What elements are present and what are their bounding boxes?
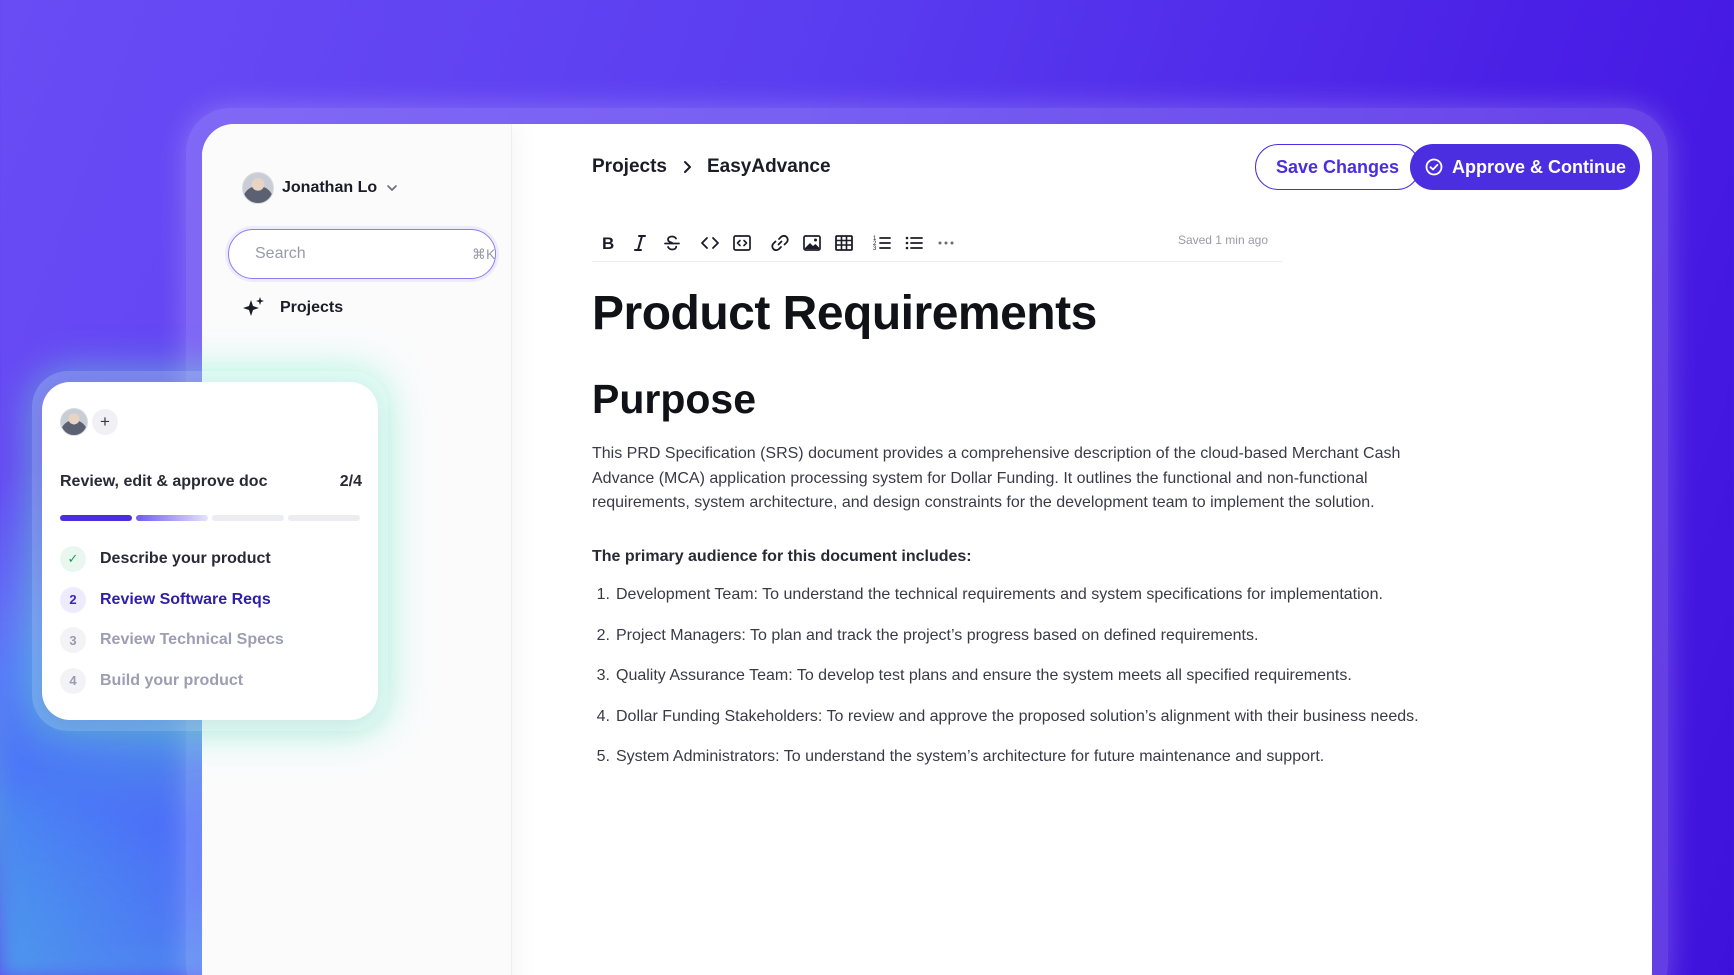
task-progress-count: 2/4: [339, 473, 362, 490]
progress-segment: [288, 515, 360, 521]
more-horizontal-icon: [938, 241, 954, 244]
step-list: ✓ Describe your product 2 Review Softwar…: [60, 539, 284, 701]
image-button[interactable]: [796, 228, 828, 258]
list-text: System Administrators: To understand the…: [616, 748, 1325, 765]
strikethrough-button[interactable]: [656, 228, 688, 258]
list-item[interactable]: 3. Quality Assurance Team: To develop tes…: [592, 667, 1419, 708]
code-icon: [701, 236, 719, 249]
user-menu[interactable]: Jonathan Lo: [242, 172, 399, 204]
list-text: Quality Assurance Team: To develop test …: [616, 667, 1352, 684]
list-number: 5.: [596, 748, 610, 765]
search-box[interactable]: ⌘K: [228, 229, 496, 279]
code-block-button[interactable]: [726, 228, 758, 258]
sidebar-item-label: Projects: [280, 299, 344, 316]
step-build-product[interactable]: 4 Build your product: [60, 661, 284, 702]
bold-button[interactable]: B: [592, 228, 624, 258]
step-review-technical-specs[interactable]: 3 Review Technical Specs: [60, 620, 284, 661]
inline-code-button[interactable]: [694, 228, 726, 258]
ordered-list-icon: 123: [873, 236, 891, 252]
user-name: Jonathan Lo: [282, 179, 378, 196]
bullet-list-icon: [905, 236, 923, 249]
link-icon: [771, 234, 789, 251]
italic-icon: [634, 234, 646, 251]
avatar: [242, 172, 274, 204]
list-number: 2.: [596, 626, 610, 644]
saved-status: Saved 1 min ago: [1177, 233, 1268, 247]
table-icon: [835, 234, 853, 251]
sidebar-item-projects[interactable]: Projects: [242, 296, 343, 320]
table-button[interactable]: [828, 228, 860, 258]
step-label: Build your product: [100, 671, 244, 689]
sparkle-icon: [243, 297, 264, 316]
progress-segment: [60, 515, 132, 521]
list-text: Dollar Funding Stakeholders: To review a…: [616, 707, 1419, 725]
step-number: 2: [60, 586, 86, 613]
step-label: Describe your product: [100, 550, 271, 568]
approve-label: Approve & Continue: [1452, 156, 1626, 177]
strikethrough-icon: [664, 235, 680, 250]
list-number: 4.: [596, 707, 610, 725]
approve-continue-button[interactable]: Approve & Continue: [1410, 144, 1640, 190]
bold-icon: B: [602, 234, 614, 253]
app-window: Jonathan Lo ⌘K Projects Projects EasyAdv…: [202, 124, 1652, 975]
step-number: 3: [60, 627, 86, 654]
list-item[interactable]: 5. System Administrators: To understand t…: [592, 748, 1419, 789]
formatting-toolbar: B 123 Saved 1 min ago: [592, 224, 1282, 262]
code-block-icon: [733, 234, 751, 251]
progress-bar: [60, 515, 360, 521]
add-collaborator-button[interactable]: +: [92, 409, 118, 435]
list-number: 1.: [596, 586, 610, 603]
breadcrumb-root[interactable]: Projects: [592, 156, 667, 178]
save-changes-button[interactable]: Save Changes: [1254, 144, 1420, 190]
ordered-list-button[interactable]: 123: [866, 228, 898, 258]
chevron-right-icon: [683, 161, 691, 173]
list-item[interactable]: 2. Project Managers: To plan and track th…: [592, 627, 1419, 668]
breadcrumb-current: EasyAdvance: [706, 156, 831, 177]
editor-main: Projects EasyAdvance Save Changes Approv…: [592, 124, 1652, 975]
search-shortcut: ⌘K: [472, 245, 496, 262]
document-intro[interactable]: This PRD Specification (SRS) document pr…: [592, 442, 1412, 516]
chevron-down-icon: [387, 185, 397, 191]
check-icon: ✓: [60, 546, 86, 573]
step-describe-product[interactable]: ✓ Describe your product: [60, 539, 284, 580]
list-number: 3.: [596, 667, 610, 684]
document-heading[interactable]: Purpose: [592, 376, 756, 423]
bullet-list-button[interactable]: [898, 228, 930, 258]
step-number: 4: [60, 667, 86, 694]
image-icon: [803, 234, 821, 251]
task-header: Review, edit & approve doc 2/4: [60, 473, 362, 491]
link-button[interactable]: [764, 228, 796, 258]
step-review-software-reqs[interactable]: 2 Review Software Reqs: [60, 580, 284, 621]
audience-heading[interactable]: The primary audience for this document i…: [592, 548, 972, 566]
search-input[interactable]: [255, 245, 462, 263]
task-progress-card: + Review, edit & approve doc 2/4 ✓ Descr…: [42, 382, 378, 720]
task-title: Review, edit & approve doc: [60, 473, 268, 490]
list-text: Project Managers: To plan and track the …: [616, 626, 1259, 644]
progress-segment: [212, 515, 284, 521]
breadcrumb: Projects EasyAdvance: [592, 156, 831, 178]
collaborators: +: [60, 408, 118, 436]
step-label: Review Software Reqs: [100, 590, 271, 608]
list-item[interactable]: 4. Dollar Funding Stakeholders: To review…: [592, 708, 1419, 749]
list-text: Development Team: To understand the tech…: [616, 586, 1383, 603]
document-title[interactable]: Product Requirements: [592, 286, 1097, 341]
list-item[interactable]: 1. Development Team: To understand the te…: [592, 586, 1419, 627]
avatar: [60, 408, 88, 436]
check-circle-icon: [1425, 158, 1443, 176]
italic-button[interactable]: [624, 228, 656, 258]
step-label: Review Technical Specs: [100, 631, 284, 649]
progress-segment: [136, 515, 208, 521]
audience-list: 1. Development Team: To understand the te…: [592, 586, 1419, 789]
svg-text:B: B: [602, 234, 614, 253]
more-button[interactable]: [930, 228, 962, 258]
svg-text:3: 3: [873, 246, 877, 252]
